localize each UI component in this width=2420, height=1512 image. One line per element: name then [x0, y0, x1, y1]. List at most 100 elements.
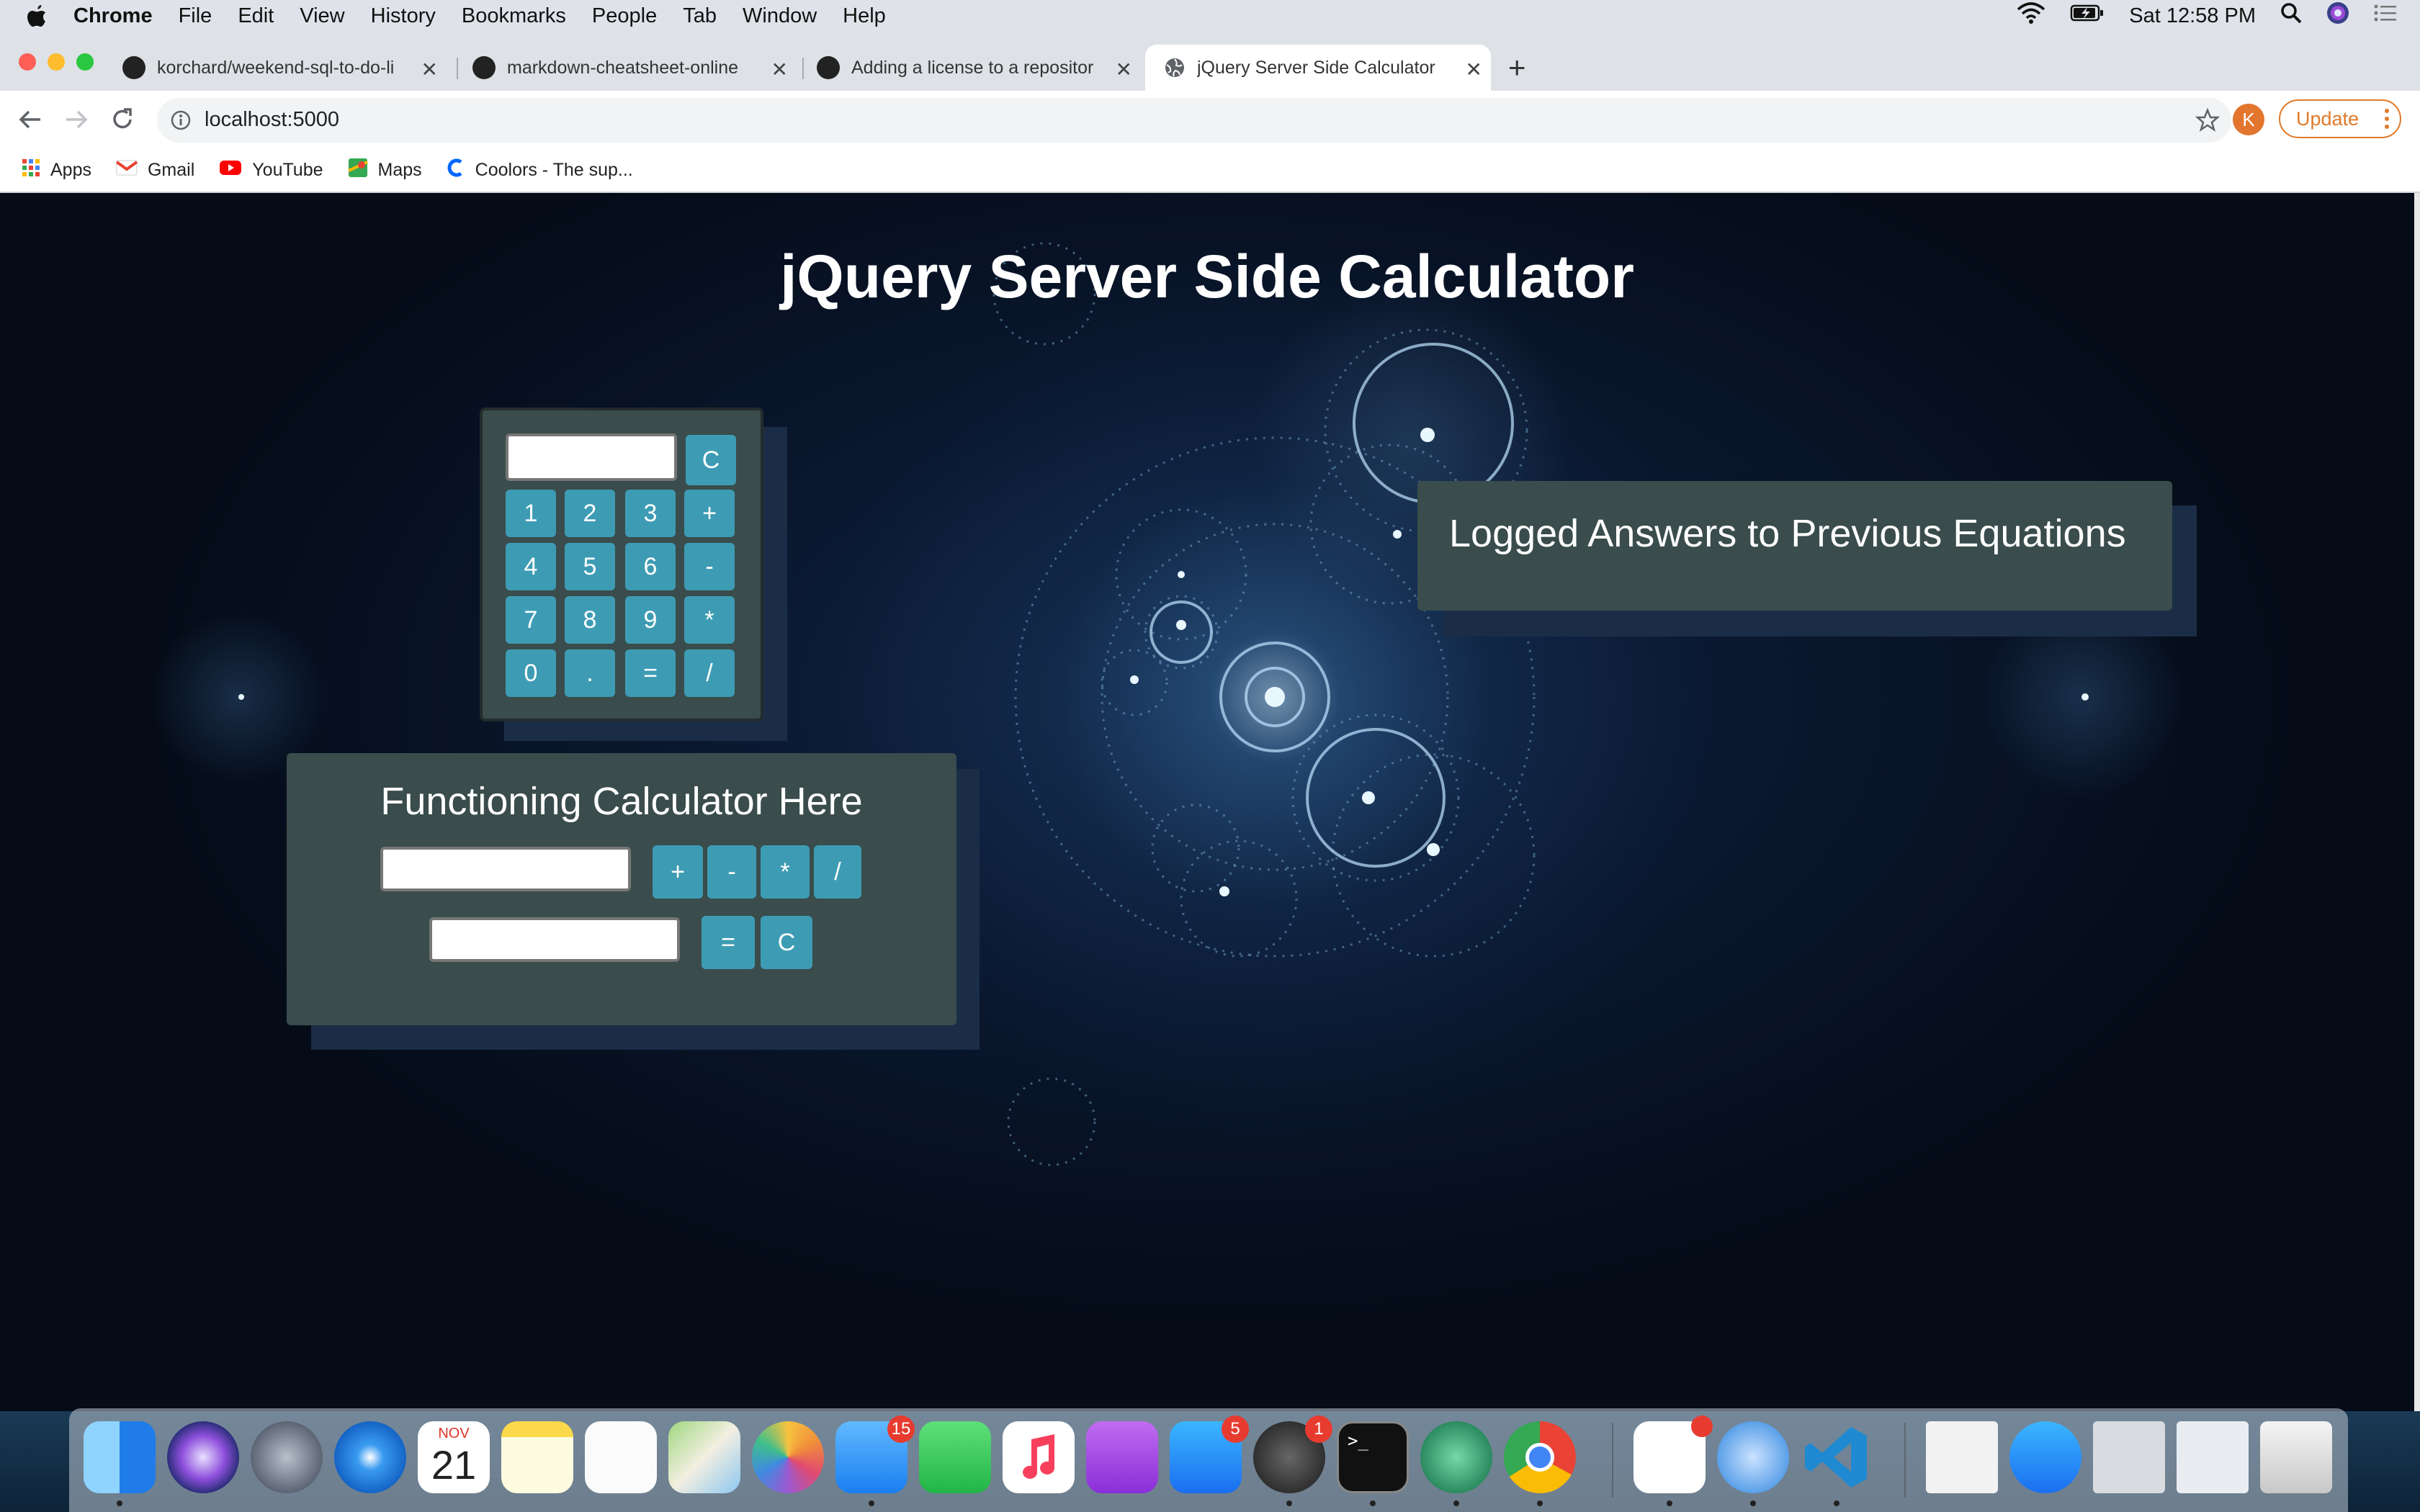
key-2[interactable]: 2	[565, 490, 615, 537]
key-0[interactable]: 0	[506, 649, 556, 697]
forward-icon[interactable]	[63, 107, 89, 136]
tab-separator	[457, 58, 458, 79]
documents-stack-icon[interactable]	[2177, 1421, 2249, 1493]
menu-clock[interactable]: Sat 12:58 PM	[2129, 4, 2256, 28]
key-minus[interactable]: -	[684, 543, 735, 590]
menu-edit[interactable]: Edit	[238, 4, 274, 28]
messages-icon[interactable]: 15	[835, 1416, 915, 1493]
key-6[interactable]: 6	[625, 543, 676, 590]
key-4[interactable]: 4	[506, 543, 556, 590]
second-number-input[interactable]	[429, 917, 680, 962]
downloads-folder-icon[interactable]	[2009, 1421, 2081, 1493]
back-icon[interactable]	[17, 107, 43, 136]
wifi-icon[interactable]	[2017, 2, 2045, 30]
tab-jquery-calculator[interactable]: jQuery Server Side Calculator ✕	[1145, 45, 1491, 91]
slack-icon[interactable]	[1634, 1416, 1713, 1493]
apple-icon[interactable]	[26, 5, 48, 27]
url-text[interactable]: localhost:5000	[205, 108, 339, 132]
music-icon[interactable]	[1003, 1421, 1075, 1493]
keypad-display[interactable]	[506, 433, 677, 481]
close-tab-icon[interactable]: ✕	[771, 58, 788, 81]
siri-icon[interactable]	[167, 1421, 239, 1493]
close-tab-icon[interactable]: ✕	[421, 58, 438, 81]
battery-icon[interactable]	[2070, 4, 2105, 28]
postgres-icon[interactable]	[1717, 1421, 1789, 1493]
facetime-icon[interactable]	[919, 1421, 991, 1493]
multiply-operator-button[interactable]: *	[761, 845, 810, 899]
new-tab-button[interactable]: +	[1508, 50, 1526, 85]
launchpad-icon[interactable]	[251, 1421, 323, 1493]
key-5[interactable]: 5	[565, 543, 615, 590]
tab-markdown-cheatsheet[interactable]: markdown-cheatsheet-online ✕	[472, 45, 797, 91]
notification-center-icon[interactable]	[2374, 4, 2397, 28]
finder-icon[interactable]	[84, 1421, 156, 1493]
key-divide[interactable]: /	[684, 649, 735, 697]
chrome-icon[interactable]	[1504, 1421, 1576, 1493]
vertical-scrollbar[interactable]	[2414, 193, 2420, 1411]
zoom-window-button[interactable]	[76, 53, 94, 71]
key-8[interactable]: 8	[565, 596, 615, 644]
terminal-icon[interactable]: >_	[1337, 1421, 1409, 1493]
notes-icon[interactable]	[501, 1421, 573, 1493]
address-bar[interactable]: localhost:5000	[157, 98, 2231, 143]
menu-window[interactable]: Window	[743, 4, 817, 28]
maps-icon[interactable]	[668, 1421, 740, 1493]
bookmark-maps[interactable]: Maps	[347, 158, 422, 183]
tab-sql-todo[interactable]: korchard/weekend-sql-to-do-li ✕	[122, 45, 447, 91]
clear-button[interactable]: C	[761, 916, 812, 969]
system-preferences-icon[interactable]: 1	[1253, 1416, 1332, 1493]
first-number-input[interactable]	[380, 847, 631, 891]
minimize-window-button[interactable]	[48, 53, 65, 71]
screenshot-stack-icon[interactable]	[2093, 1421, 2165, 1493]
subtract-operator-button[interactable]: -	[707, 845, 756, 899]
bookmark-apps[interactable]: Apps	[22, 158, 91, 182]
trash-icon[interactable]	[2260, 1421, 2332, 1493]
running-indicator	[1750, 1500, 1756, 1506]
key-decimal[interactable]: .	[565, 649, 615, 697]
menu-file[interactable]: File	[179, 4, 212, 28]
atom-icon[interactable]	[1420, 1421, 1492, 1493]
info-icon[interactable]	[170, 109, 192, 135]
siri-icon[interactable]	[2326, 1, 2349, 30]
equals-button[interactable]: =	[702, 916, 755, 969]
menu-bookmarks[interactable]: Bookmarks	[462, 4, 566, 28]
tab-adding-license[interactable]: Adding a license to a repositor ✕	[817, 45, 1141, 91]
reload-icon[interactable]	[109, 107, 135, 136]
divide-operator-button[interactable]: /	[814, 845, 861, 899]
zip-file-icon[interactable]	[1926, 1421, 1998, 1493]
profile-avatar[interactable]: K	[2233, 104, 2264, 135]
keypad-clear-button[interactable]: C	[686, 435, 736, 485]
key-plus[interactable]: +	[684, 490, 735, 537]
key-7[interactable]: 7	[506, 596, 556, 644]
close-tab-icon[interactable]: ✕	[1466, 58, 1482, 81]
bookmark-star-icon[interactable]	[2195, 107, 2220, 136]
update-button[interactable]: Update	[2279, 99, 2401, 138]
menu-app-name[interactable]: Chrome	[73, 4, 153, 28]
bookmark-gmail[interactable]: Gmail	[115, 159, 194, 181]
app-store-badge: 5	[1222, 1416, 1249, 1443]
vscode-icon[interactable]	[1801, 1421, 1873, 1493]
spotlight-search-icon[interactable]	[2280, 2, 2302, 30]
key-9[interactable]: 9	[625, 596, 676, 644]
reminders-icon[interactable]	[585, 1421, 657, 1493]
menu-view[interactable]: View	[300, 4, 344, 28]
add-operator-button[interactable]: +	[653, 845, 703, 899]
key-equals[interactable]: =	[625, 649, 676, 697]
close-tab-icon[interactable]: ✕	[1116, 58, 1132, 81]
calendar-icon[interactable]: NOV 21	[418, 1421, 490, 1493]
close-window-button[interactable]	[19, 53, 36, 71]
bookmark-coolors[interactable]: Coolors - The sup...	[447, 158, 633, 182]
key-1[interactable]: 1	[506, 490, 556, 537]
menu-history[interactable]: History	[371, 4, 436, 28]
podcasts-icon[interactable]	[1086, 1421, 1158, 1493]
more-options-icon[interactable]	[2384, 108, 2390, 135]
menu-people[interactable]: People	[592, 4, 657, 28]
key-multiply[interactable]: *	[684, 596, 735, 644]
bookmark-youtube[interactable]: YouTube	[219, 159, 323, 181]
app-store-icon[interactable]: 5	[1170, 1416, 1249, 1493]
safari-icon[interactable]	[334, 1421, 406, 1493]
photos-icon[interactable]	[752, 1421, 824, 1493]
key-3[interactable]: 3	[625, 490, 676, 537]
menu-help[interactable]: Help	[843, 4, 886, 28]
menu-tab[interactable]: Tab	[683, 4, 717, 28]
